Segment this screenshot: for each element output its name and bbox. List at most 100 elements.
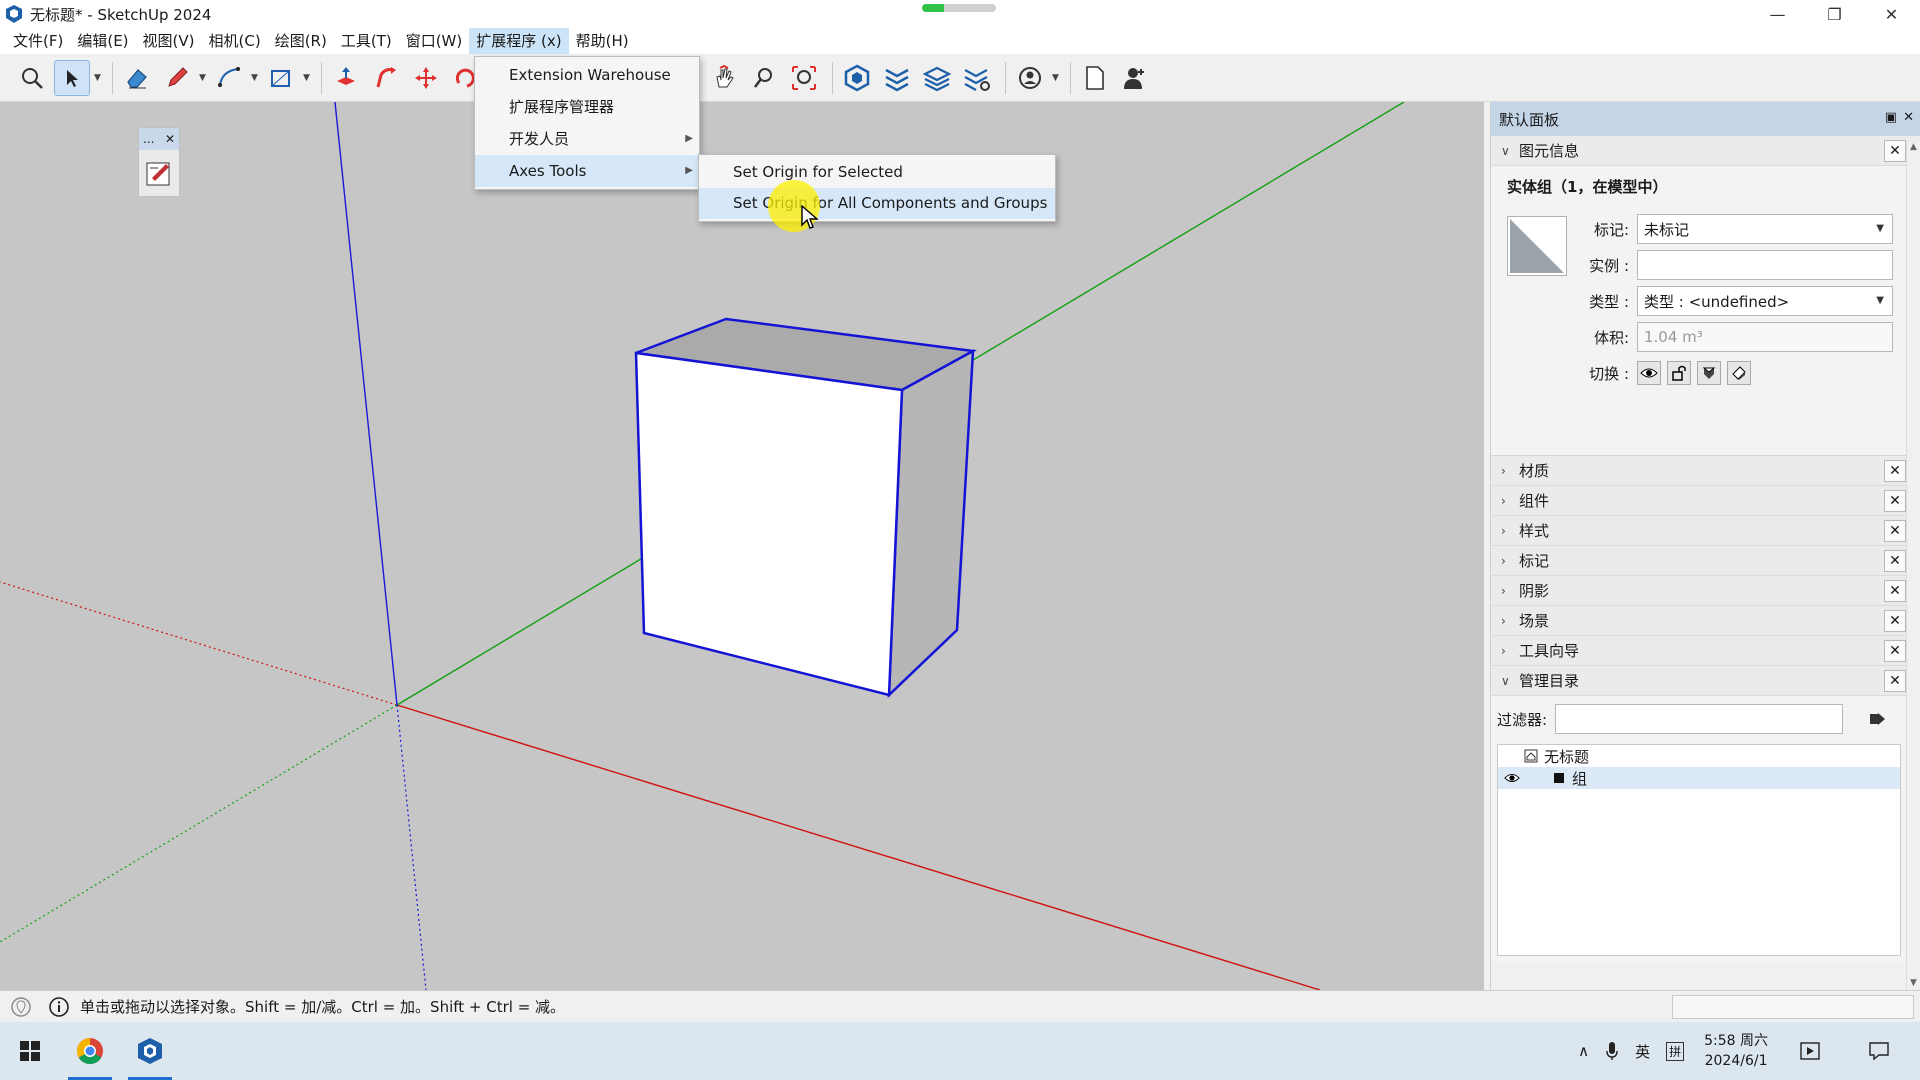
system-clock[interactable]: 5:58 周六 2024/6/1 [1704, 1031, 1768, 1071]
chevron-right-icon: › [1501, 463, 1506, 478]
zoom-icon [754, 67, 772, 88]
panel-header-shadows[interactable]: › 阴影 ✕ [1491, 576, 1920, 606]
selected-group-box[interactable] [634, 317, 977, 699]
close-icon[interactable]: ✕ [1884, 550, 1906, 572]
menu-file[interactable]: 文件(F) [6, 28, 70, 54]
close-icon[interactable]: ✕ [1884, 460, 1906, 482]
tree-node-model[interactable]: 无标题 [1498, 745, 1900, 767]
taskbar-sketchup[interactable] [120, 1022, 180, 1080]
account-dropdown-icon[interactable]: ▼ [1052, 73, 1060, 83]
microphone-icon[interactable] [1605, 1041, 1619, 1061]
eraser-tool-button[interactable] [119, 60, 155, 96]
menu-window[interactable]: 窗口(W) [399, 28, 470, 54]
model-scene[interactable] [0, 102, 1484, 990]
menu-tools[interactable]: 工具(T) [334, 28, 399, 54]
filter-input[interactable] [1555, 704, 1843, 734]
info-icon[interactable] [48, 996, 70, 1018]
warehouse-button[interactable] [839, 60, 875, 96]
start-button[interactable] [0, 1022, 60, 1080]
close-icon[interactable]: ✕ [1884, 520, 1906, 542]
panel-header-components[interactable]: › 组件 ✕ [1491, 486, 1920, 516]
close-icon[interactable]: ✕ [165, 132, 175, 146]
close-icon[interactable]: ✕ [1884, 670, 1906, 692]
pan-tool-button[interactable] [706, 60, 742, 96]
arc-dropdown-icon[interactable]: ▼ [251, 73, 259, 83]
menu-item-set-origin-all[interactable]: Set Origin for All Components and Groups [699, 188, 1055, 219]
move-tool-button[interactable] [408, 60, 444, 96]
close-icon[interactable]: ✕ [1884, 610, 1906, 632]
menu-item-extension-warehouse[interactable]: Extension Warehouse [475, 59, 699, 91]
close-icon[interactable]: ✕ [1884, 640, 1906, 662]
panel-header-instructor[interactable]: › 工具向导 ✕ [1491, 636, 1920, 666]
menu-extensions[interactable]: 扩展程序 (x) [469, 28, 569, 54]
sketchup-app-icon [6, 5, 22, 23]
menu-item-developer[interactable]: 开发人员 ▶ [475, 123, 699, 155]
menu-view[interactable]: 视图(V) [136, 28, 202, 54]
hand-icon [716, 64, 734, 87]
pencil-dropdown-icon[interactable]: ▼ [199, 73, 207, 83]
3d-viewport[interactable] [0, 102, 1484, 990]
measurements-box[interactable] [1672, 995, 1914, 1019]
media-play-icon[interactable] [1800, 1042, 1820, 1060]
panel-header-styles[interactable]: › 样式 ✕ [1491, 516, 1920, 546]
cast-shadows-toggle[interactable] [1697, 361, 1721, 385]
zoom-tool-button[interactable] [14, 60, 50, 96]
panel-header-scenes[interactable]: › 场景 ✕ [1491, 606, 1920, 636]
zoom-extents-tool-button[interactable] [786, 60, 822, 96]
outliner-options-icon[interactable] [1867, 709, 1887, 729]
close-button[interactable]: ✕ [1863, 0, 1920, 28]
menu-edit[interactable]: 编辑(E) [70, 28, 135, 54]
share-button[interactable] [1117, 60, 1153, 96]
ime-mode[interactable]: 拼 [1666, 1041, 1685, 1061]
menu-item-extension-manager[interactable]: 扩展程序管理器 [475, 91, 699, 123]
scroll-up-icon[interactable]: ▲ [1907, 142, 1920, 152]
panel-header-entity-info[interactable]: ∨ 图元信息 ✕ [1491, 136, 1920, 166]
restore-button[interactable]: ❐ [1806, 0, 1863, 28]
rectangle-tool-button[interactable] [263, 60, 299, 96]
menu-camera[interactable]: 相机(C) [202, 28, 268, 54]
zoom-window-tool-button[interactable] [746, 60, 782, 96]
rectangle-dropdown-icon[interactable]: ▼ [303, 73, 311, 83]
close-icon[interactable]: ✕ [1884, 580, 1906, 602]
pin-icon[interactable]: ▣ [1885, 110, 1897, 125]
chevron-up-icon[interactable]: ∧ [1578, 1042, 1589, 1060]
new-file-button[interactable] [1077, 60, 1113, 96]
menu-help[interactable]: 帮助(H) [569, 28, 636, 54]
follow-me-tool-button[interactable] [368, 60, 404, 96]
select-tool-button[interactable] [54, 59, 90, 96]
menu-draw[interactable]: 绘图(R) [268, 28, 334, 54]
pencil-tool-button[interactable] [159, 60, 195, 96]
extension-manager-button[interactable] [959, 60, 995, 96]
tree-node-group[interactable]: 组 [1498, 767, 1900, 789]
menu-item-set-origin-selected[interactable]: Set Origin for Selected [699, 157, 1055, 188]
close-icon[interactable]: ✕ [1884, 490, 1906, 512]
panel-header-outliner[interactable]: ∨ 管理目录 ✕ [1491, 666, 1920, 696]
minimize-button[interactable]: — [1749, 0, 1806, 28]
type-select[interactable]: 类型 : <undefined> ▼ [1637, 286, 1893, 316]
layout-button[interactable] [919, 60, 955, 96]
panel-header-materials[interactable]: › 材质 ✕ [1491, 456, 1920, 486]
tag-select[interactable]: 未标记 ▼ [1637, 214, 1893, 244]
extension-warehouse-button[interactable] [879, 60, 915, 96]
panel-header-tags[interactable]: › 标记 ✕ [1491, 546, 1920, 576]
ruby-console-icon[interactable] [144, 158, 174, 188]
menu-item-axes-tools[interactable]: Axes Tools ▶ [475, 155, 699, 187]
account-button[interactable] [1012, 60, 1048, 96]
instance-field[interactable] [1637, 250, 1893, 280]
arc-tool-button[interactable] [211, 60, 247, 96]
close-icon[interactable]: ✕ [1903, 110, 1914, 125]
visibility-toggle[interactable] [1637, 361, 1661, 385]
geo-location-icon[interactable] [10, 996, 32, 1018]
tray-scrollbar[interactable]: ▲ ▼ [1906, 142, 1920, 990]
close-icon[interactable]: ✕ [1884, 140, 1906, 162]
taskbar-chrome[interactable] [60, 1022, 120, 1080]
select-dropdown-icon[interactable]: ▼ [94, 73, 102, 83]
eye-icon[interactable] [1504, 772, 1520, 784]
lock-toggle[interactable] [1667, 361, 1691, 385]
receive-shadows-toggle[interactable] [1727, 361, 1751, 385]
notification-icon[interactable] [1868, 1041, 1890, 1061]
scroll-down-icon[interactable]: ▼ [1907, 978, 1920, 988]
windows-taskbar: ∧ 英 拼 5:58 周六 2024/6/1 [0, 1022, 1920, 1080]
ime-language[interactable]: 英 [1635, 1041, 1650, 1062]
push-pull-tool-button[interactable] [328, 60, 364, 96]
